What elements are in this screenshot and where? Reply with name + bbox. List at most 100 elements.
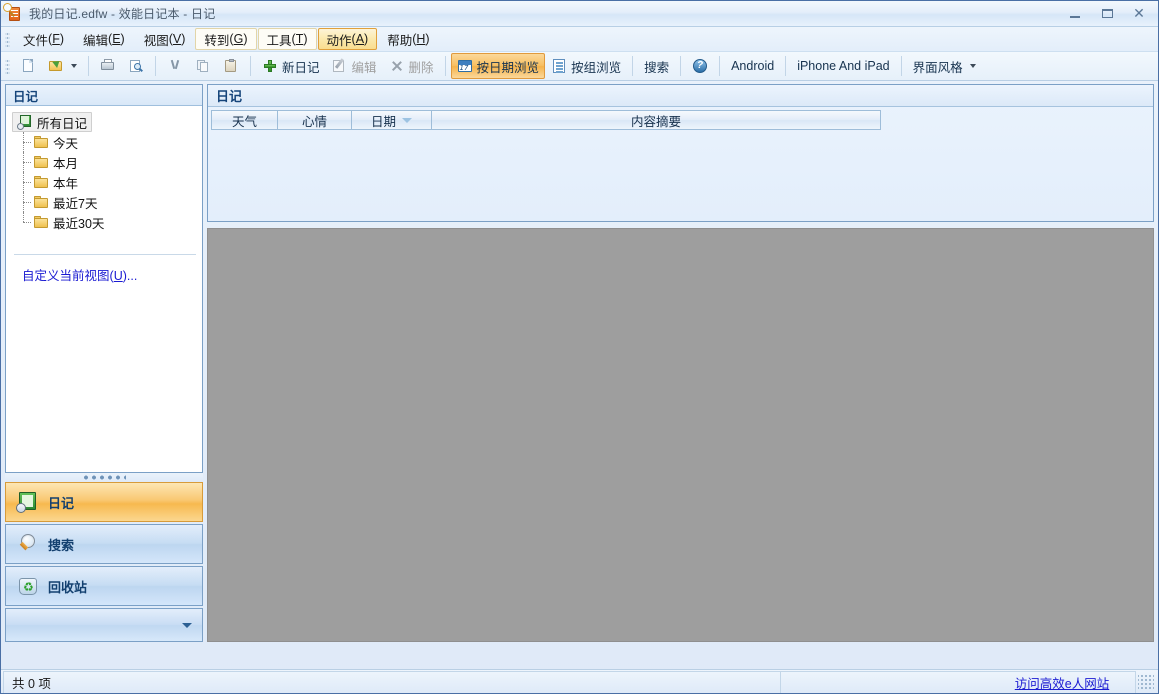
- minimize-button[interactable]: [1060, 3, 1090, 24]
- toolbar-grip-icon[interactable]: [5, 58, 10, 74]
- customize-view-suffix: ...: [127, 269, 137, 283]
- print-preview-button[interactable]: [122, 53, 150, 79]
- sidebar-item-recycle-bin[interactable]: ♻ 回收站: [5, 566, 203, 606]
- tree-item-today[interactable]: 今天: [12, 132, 198, 152]
- content-area: 日记 天气 心情 日期 内容摘要: [207, 84, 1154, 642]
- tree-item-last-7-days[interactable]: 最近7天: [12, 192, 198, 212]
- sidebar: 日记 所有日记 今天 本月: [5, 84, 203, 642]
- help-button[interactable]: [686, 53, 714, 79]
- menu-accel: F: [52, 32, 60, 46]
- maximize-button[interactable]: [1092, 3, 1122, 24]
- tree-item-label: 所有日记: [37, 113, 87, 132]
- menu-item-actions[interactable]: 动作(A): [318, 28, 378, 50]
- column-header-mood[interactable]: 心情: [277, 110, 351, 130]
- search-button[interactable]: 搜索: [638, 53, 675, 79]
- delete-diary-button[interactable]: 删除: [383, 53, 440, 79]
- toolbar-separator: [680, 56, 681, 76]
- ui-style-button[interactable]: 界面风格: [907, 53, 982, 79]
- tree-item-this-year[interactable]: 本年: [12, 172, 198, 192]
- help-icon: [692, 58, 708, 74]
- menu-accel: V: [173, 32, 181, 46]
- minimize-icon: [1070, 16, 1080, 18]
- column-header-summary[interactable]: 内容摘要: [431, 110, 881, 130]
- sidebar-overflow-button[interactable]: [5, 608, 203, 642]
- resize-grip-icon[interactable]: [1138, 674, 1154, 690]
- column-header-weather[interactable]: 天气: [211, 110, 277, 130]
- menu-grip-icon[interactable]: [5, 31, 10, 47]
- menu-label: 编辑: [83, 30, 108, 49]
- status-middle: [781, 671, 989, 693]
- menu-item-tools[interactable]: 工具(T): [258, 28, 317, 50]
- close-button[interactable]: ✕: [1124, 3, 1154, 24]
- folder-icon: [34, 156, 49, 169]
- customize-view-text: 自定义当前视图: [22, 269, 110, 283]
- diary-book-icon: [16, 490, 40, 514]
- sidebar-item-label: 搜索: [48, 535, 74, 554]
- status-bar: 共 0 项 访问高效e人网站: [1, 669, 1158, 693]
- browse-by-date-button[interactable]: 按日期浏览: [451, 53, 546, 79]
- search-icon: [2, 2, 16, 16]
- copy-button[interactable]: [189, 53, 217, 79]
- menu-label: 动作: [327, 30, 352, 49]
- cut-button[interactable]: [161, 53, 189, 79]
- menu-item-view[interactable]: 视图(V): [135, 28, 195, 50]
- menu-item-edit[interactable]: 编辑(E): [74, 28, 134, 50]
- tree-item-all-diaries[interactable]: 所有日记: [12, 112, 92, 132]
- delete-diary-label: 删除: [409, 57, 434, 76]
- column-label: 内容摘要: [631, 111, 681, 130]
- toolbar: 新日记 编辑 删除 按日期浏览 按组浏览 搜索: [1, 52, 1158, 81]
- folder-icon: [34, 196, 49, 209]
- diary-book-icon: [17, 114, 33, 130]
- new-button[interactable]: [14, 53, 42, 79]
- toolbar-separator: [785, 56, 786, 76]
- column-label: 心情: [302, 111, 327, 130]
- sidebar-item-label: 回收站: [48, 577, 87, 596]
- android-label: Android: [731, 59, 774, 73]
- close-icon: ✕: [1133, 7, 1145, 21]
- toolbar-separator: [901, 56, 902, 76]
- paste-button[interactable]: [217, 53, 245, 79]
- new-diary-button[interactable]: 新日记: [256, 53, 326, 79]
- menu-accel: A: [356, 32, 364, 46]
- tree-item-this-month[interactable]: 本月: [12, 152, 198, 172]
- customize-current-view-link[interactable]: 自定义当前视图(U)...: [22, 269, 137, 283]
- new-diary-label: 新日记: [282, 57, 320, 76]
- tree-item-label: 今天: [53, 133, 78, 152]
- browse-by-group-button[interactable]: 按组浏览: [545, 53, 627, 79]
- open-button[interactable]: [42, 53, 83, 79]
- sidebar-header: 日记: [6, 85, 202, 106]
- title-bar: 我的日记.edfw - 效能日记本 - 日记 ✕: [1, 1, 1158, 27]
- menu-accel: H: [416, 32, 425, 46]
- print-button[interactable]: [94, 53, 122, 79]
- tree-item-label: 本月: [53, 153, 78, 172]
- android-button[interactable]: Android: [725, 53, 780, 79]
- folder-tree: 所有日记 今天 本月 本年: [6, 106, 202, 472]
- visit-website-link[interactable]: 访问高效e人网站: [1015, 673, 1109, 692]
- menu-item-goto[interactable]: 转到(G): [195, 28, 256, 50]
- column-label: 日期: [371, 111, 396, 130]
- edit-diary-button[interactable]: 编辑: [326, 53, 383, 79]
- sidebar-item-diary[interactable]: 日记: [5, 482, 203, 522]
- content-header: 日记: [208, 85, 1153, 107]
- menu-accel: G: [234, 32, 244, 46]
- menu-item-file[interactable]: 文件(F): [14, 28, 73, 50]
- window-title: 我的日记.edfw - 效能日记本 - 日记: [29, 5, 215, 22]
- browse-by-group-label: 按组浏览: [571, 57, 621, 76]
- open-folder-icon: [48, 58, 64, 74]
- customize-view-link-wrap: 自定义当前视图(U)...: [12, 255, 198, 284]
- tree-item-last-30-days[interactable]: 最近30天: [12, 212, 198, 232]
- navigation-tree-panel: 日记 所有日记 今天 本月: [5, 84, 203, 473]
- diary-preview-pane[interactable]: [207, 228, 1154, 642]
- sidebar-item-search[interactable]: 搜索: [5, 524, 203, 564]
- menu-item-help[interactable]: 帮助(H): [378, 28, 438, 50]
- search-label: 搜索: [644, 57, 669, 76]
- customize-view-accel: U: [114, 269, 123, 283]
- diary-list-body[interactable]: [208, 130, 1153, 221]
- chevron-down-icon: [182, 623, 192, 628]
- sidebar-splitter[interactable]: [5, 473, 203, 482]
- chevron-down-icon[interactable]: [970, 64, 976, 68]
- chevron-down-icon[interactable]: [71, 64, 77, 68]
- column-header-date[interactable]: 日期: [351, 110, 431, 130]
- iphone-ipad-button[interactable]: iPhone And iPad: [791, 53, 895, 79]
- menu-label: 工具: [267, 30, 292, 49]
